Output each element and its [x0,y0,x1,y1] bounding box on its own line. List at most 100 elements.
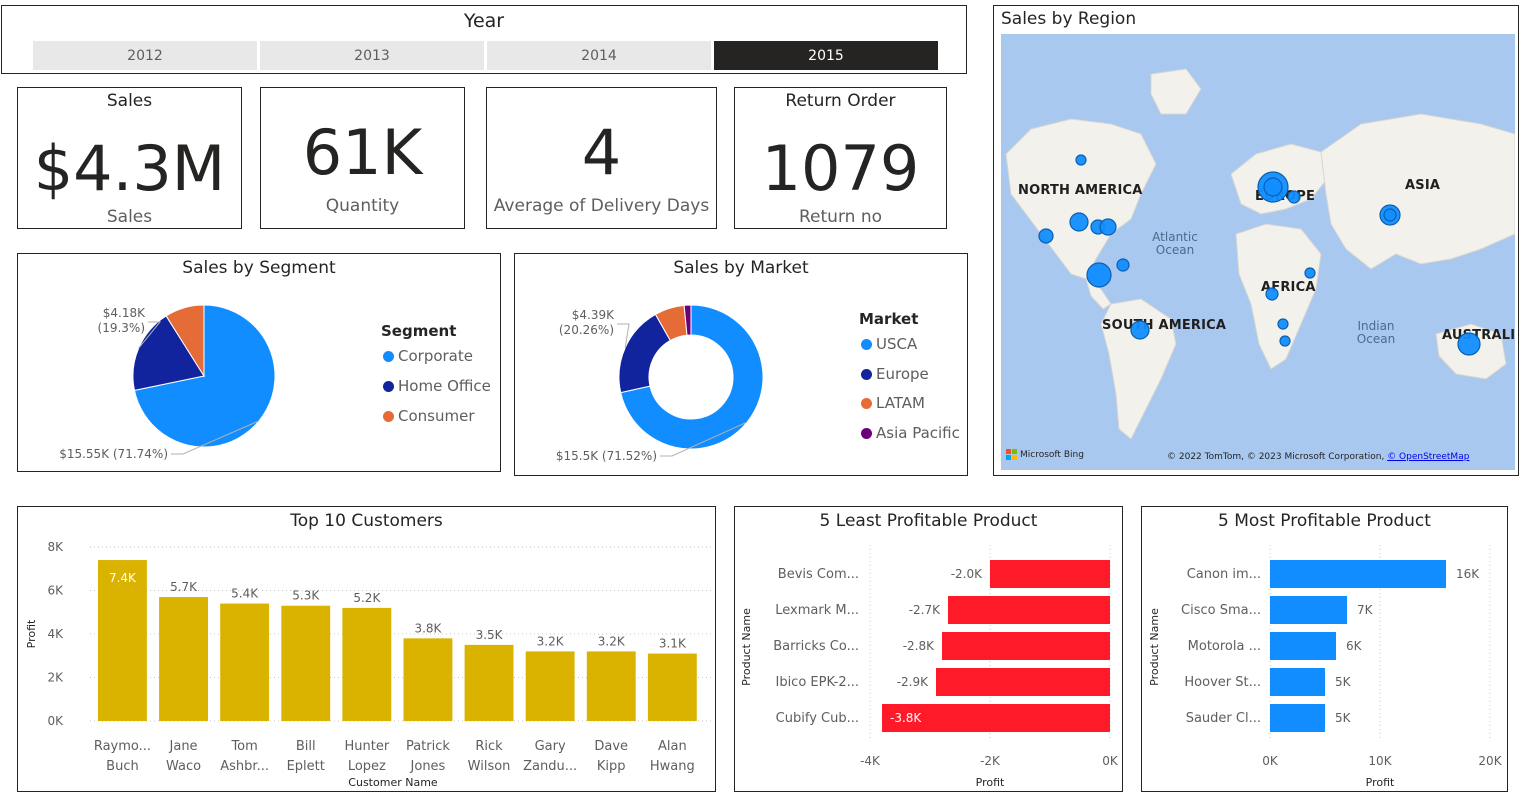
slicer-title: Year [463,10,505,32]
kpi-quantity-card[interactable]: 61K Quantity [260,87,465,229]
year-button-2014[interactable]: 2014 [487,41,711,70]
y-tick-0k: 0K [47,714,64,728]
y-tick-4k: 4K [47,627,64,641]
kpi-delivery-card[interactable]: 4 Average of Delivery Days [486,87,717,229]
legend-item-latam[interactable]: LATAM [861,394,925,412]
data-label-alan-hwang: 3.1K [659,637,687,651]
year-button-2013[interactable]: 2013 [260,41,484,70]
y-tick-sauder-cl: Sauder Cl... [1186,711,1261,726]
legend-label-consumer: Consumer [398,407,475,425]
data-label-big: $15.5K (71.52%) [556,449,657,463]
bubble-south-america [1130,320,1150,340]
legend-label-corporate: Corporate [398,347,473,365]
bar-hoover-st [1270,668,1325,696]
kpi-returns-label: Return no [799,207,882,227]
x-tick-line1-5: Patrick [406,739,450,754]
bar-dave-kipp [586,651,636,721]
legend-label-latam: LATAM [876,394,925,412]
bing-logo: Microsoft Bing [1006,449,1084,460]
bar-bevis-com [990,560,1110,588]
x-tick-line1-1: Jane [169,739,198,754]
x-tick-line2-6: Wilson [468,759,511,774]
data-label-hoover-st: 5K [1335,675,1352,689]
x-tick-line1-9: Alan [658,739,687,754]
data-label-small-value: $4.39K [572,308,615,322]
world-map[interactable]: NORTH AMERICA EUROPE ASIA AFRICA SOUTH A… [1001,34,1515,470]
bubble-africa-north [1304,267,1316,279]
x-axis-title: Customer Name [348,776,438,789]
bar-alan-hwang [647,653,697,721]
bubble-us-west [1038,228,1054,244]
kpi-sales-value: $4.3M [33,132,226,205]
x-tick-line2-2: Ashbr... [220,759,269,774]
y-tick-motorola: Motorola ... [1188,639,1261,654]
bubble-africa-central [1277,318,1289,330]
legend-item-europe[interactable]: Europe [861,365,929,383]
y-tick-hoover-st: Hoover St... [1184,675,1261,690]
kpi-quantity-value: 61K [302,116,423,189]
legend-label-home-office: Home Office [398,377,491,395]
x-tick-line2-0: Buch [106,759,139,774]
segment-legend-title: Segment [381,322,457,340]
kpi-delivery-label: Average of Delivery Days [493,196,710,216]
kpi-returns-card[interactable]: Return Order 1079 Return no [734,87,947,229]
bubble-europe-3 [1287,190,1301,204]
x-tick-line2-4: Lopez [348,759,386,774]
kpi-sales-card[interactable]: Sales $4.3M Sales [17,87,242,229]
y-tick-lexmark-m: Lexmark M... [775,603,859,618]
legend-dot-corporate [383,350,394,362]
kpi-returns-value: 1079 [761,132,920,205]
bubble-africa-west [1265,287,1279,301]
y-tick-canon-im: Canon im... [1187,567,1261,582]
data-label-hunter-lopez: 5.2K [353,591,381,605]
legend-item-consumer[interactable]: Consumer [383,407,475,425]
attribution-text: © 2022 TomTom, © 2023 Microsoft Corporat… [1167,452,1385,462]
data-label-bill-eplett: 5.3K [292,589,320,603]
y-tick-barricks-co: Barricks Co... [773,639,859,654]
bar-jane-waco [159,597,208,721]
year-buttons: 2012 2013 2014 2015 [33,41,938,70]
kpi-sales-header: Sales [106,91,153,111]
data-label-ibico-epk-2: -2.9K [897,675,929,689]
legend-item-home-office[interactable]: Home Office [383,377,491,395]
least-profitable-card: 5 Least Profitable Product -4K -2K 0K Profi… [734,506,1123,792]
data-label-small-pct: (20.26%) [559,323,614,337]
year-button-2012[interactable]: 2012 [33,41,257,70]
legend-item-corporate[interactable]: Corporate [383,347,473,365]
y-tick-cubify-cub: Cubify Cub... [776,711,859,726]
x-tick-line1-8: Dave [594,739,628,754]
x-axis-title: Profit [976,776,1005,789]
data-label-big: $15.55K (71.74%) [59,447,168,461]
data-label-tom-ashbr: 5.4K [231,587,259,601]
segment-pie-card: Sales by Segment $4.18K (19.3%) $15.55K (7… [17,253,501,472]
osm-link[interactable]: © OpenStreetMap [1387,452,1469,462]
data-label-raymo-buch: 7.4K [109,571,137,585]
kpi-returns-header: Return Order [785,91,896,111]
bar-ibico-epk-2 [936,668,1110,696]
legend-item-asia-pacific[interactable]: Asia Pacific [861,424,960,442]
market-legend-title: Market [859,310,919,328]
x-tick-line2-8: Kipp [597,759,626,774]
x-tick-line2-3: Eplett [287,759,325,774]
most-profitable-card: 5 Most Profitable Product 0K 10K 20K Profit… [1141,506,1508,792]
legend-item-usca[interactable]: USCA [861,335,917,353]
legend-dot-usca [861,338,872,350]
x-tick-0k: 0K [1102,754,1119,768]
data-label-motorola: 6K [1346,639,1363,653]
kpi-delivery-value: 4 [581,116,622,189]
y-tick-cisco-sma: Cisco Sma... [1181,603,1261,618]
legend-dot-europe [861,368,872,380]
x-tick-line1-2: Tom [230,739,257,754]
bubble-us-east-2 [1099,218,1117,236]
x-tick-0k: 0K [1262,754,1279,768]
y-tick-6k: 6K [47,584,64,598]
data-label-dave-kipp: 3.2K [598,634,626,648]
data-label-gary-zandu: 3.2K [537,634,565,648]
x-axis-title: Profit [1366,776,1395,789]
y-axis-title: Profit [25,619,38,648]
y-tick-8k: 8K [47,540,64,554]
year-button-2015[interactable]: 2015 [714,41,938,70]
bar-hunter-lopez [342,607,392,721]
data-label-cubify-cub: -3.8K [890,711,922,725]
bar-lexmark-m [948,596,1110,624]
